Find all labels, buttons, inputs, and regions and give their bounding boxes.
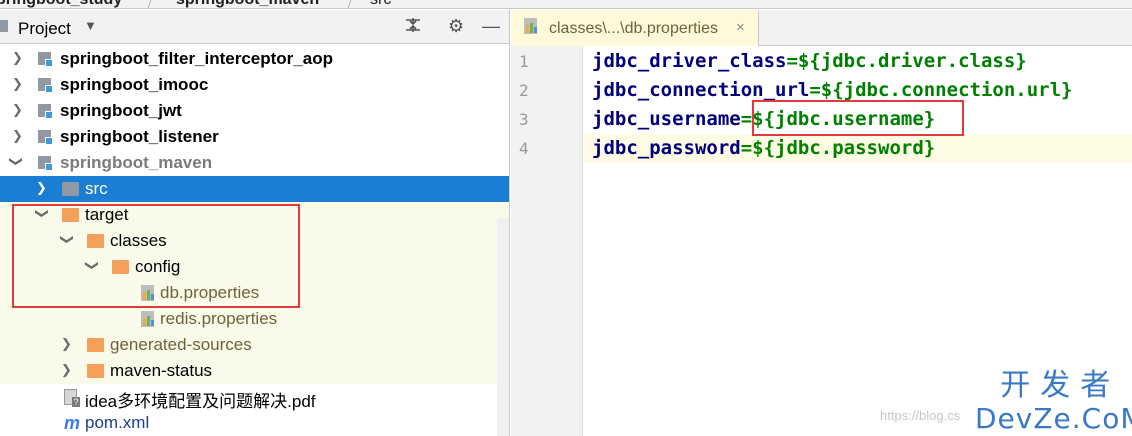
chevron-down-icon[interactable]: ❯ <box>8 156 24 168</box>
code-line[interactable]: jdbc_driver_class=${jdbc.driver.class} <box>592 50 1027 72</box>
tree-item-redis-properties[interactable]: redis.properties <box>0 306 509 332</box>
project-panel: Project ▼ ⚙ — ❯ springboot_filter_interc… <box>0 10 510 436</box>
module-icon <box>38 52 55 67</box>
breadcrumb-separator <box>336 0 354 8</box>
chevron-right-icon[interactable]: ❯ <box>61 362 73 378</box>
dropdown-icon[interactable]: ▼ <box>84 18 97 33</box>
scrollbar[interactable] <box>497 218 509 436</box>
module-icon <box>38 78 55 93</box>
close-icon[interactable]: × <box>736 19 745 36</box>
watermark-url: https://blog.cs <box>880 408 961 423</box>
properties-file-icon <box>140 311 157 328</box>
highlight-box-target <box>12 204 300 308</box>
property-equals: = <box>740 137 753 159</box>
line-number: 1 <box>519 52 529 71</box>
tree-item-label: src <box>85 179 108 198</box>
chevron-right-icon[interactable]: ❯ <box>12 102 24 118</box>
code-line[interactable]: jdbc_password=${jdbc.password} <box>592 137 935 159</box>
chevron-right-icon[interactable]: ❯ <box>61 336 73 352</box>
tree-item-maven-status[interactable]: ❯ maven-status <box>0 358 509 384</box>
line-number: 3 <box>519 110 529 129</box>
tree-item-springboot-jwt[interactable]: ❯ springboot_jwt <box>0 98 509 124</box>
module-icon <box>38 130 55 145</box>
watermark-cn: 开发者 <box>1000 368 1121 403</box>
tree-item-label: springboot_imooc <box>60 75 209 94</box>
breadcrumb-item[interactable]: src <box>370 0 391 8</box>
chevron-right-icon[interactable]: ❯ <box>12 76 24 92</box>
editor-tab-bar: classes\...\db.properties × <box>511 10 1132 46</box>
property-value: ${jdbc.connection.url} <box>820 79 1073 101</box>
tree-item-label: springboot_listener <box>60 127 219 146</box>
property-equals: = <box>809 79 821 101</box>
tree-item-label: idea多环境配置及问题解决.pdf <box>85 392 316 411</box>
maven-icon: m <box>64 413 81 433</box>
property-key: jdbc_username <box>592 108 741 130</box>
chevron-right-icon[interactable]: ❯ <box>12 50 24 66</box>
tree-item-label: redis.properties <box>160 309 278 328</box>
tree-item-springboot-listener[interactable]: ❯ springboot_listener <box>0 124 509 150</box>
tree-item-springboot-imooc[interactable]: ❯ springboot_imooc <box>0 72 509 98</box>
line-number: 4 <box>519 139 529 158</box>
tab-label: classes\...\db.properties <box>549 20 718 37</box>
folder-icon <box>62 182 79 196</box>
project-view-icon <box>0 20 8 32</box>
tree-item-src[interactable]: ❯ src <box>0 176 509 202</box>
chevron-right-icon[interactable]: ❯ <box>36 180 48 196</box>
tree-item-label: springboot_maven <box>60 153 213 172</box>
module-icon <box>38 156 55 171</box>
tree-item-label: springboot_jwt <box>60 101 182 120</box>
property-equals: = <box>786 50 798 72</box>
tree-item-label: generated-sources <box>110 335 252 354</box>
unknown-file-icon: ? <box>64 389 80 407</box>
highlight-box-username <box>752 100 964 136</box>
project-panel-header: Project ▼ ⚙ — <box>0 10 509 44</box>
tree-item-generated-sources[interactable]: ❯ generated-sources <box>0 332 509 358</box>
folder-icon <box>87 338 104 352</box>
property-key: jdbc_driver_class <box>592 50 787 72</box>
property-value: ${jdbc.password} <box>752 137 936 159</box>
tree-item-pom-xml[interactable]: m pom.xml <box>0 410 509 436</box>
chevron-right-icon[interactable]: ❯ <box>12 128 24 144</box>
tree-item-springboot-filter-interceptor-aop[interactable]: ❯ springboot_filter_interceptor_aop <box>0 46 509 72</box>
tree-item-label: pom.xml <box>85 413 150 432</box>
code-line[interactable]: jdbc_connection_url=${jdbc.connection.ur… <box>592 79 1072 101</box>
project-panel-title[interactable]: Project <box>18 19 71 39</box>
properties-file-icon <box>523 18 540 35</box>
breadcrumb-separator <box>136 0 154 8</box>
breadcrumb-item[interactable]: pringboot_study <box>0 0 122 8</box>
tree-item-pdf[interactable]: ? idea多环境配置及问题解决.pdf <box>0 384 509 411</box>
line-number-gutter: 1 2 3 4 <box>511 46 583 436</box>
property-equals: = <box>740 108 753 130</box>
watermark-en: DevZe.CoM <box>975 402 1132 435</box>
breadcrumb-item[interactable]: springboot_maven <box>176 0 319 8</box>
tree-item-label: maven-status <box>110 361 213 380</box>
collapse-icon[interactable] <box>404 16 422 39</box>
tree-item-springboot-maven[interactable]: ❯ springboot_maven <box>0 150 509 176</box>
line-number: 2 <box>519 81 529 100</box>
property-key: jdbc_connection_url <box>592 79 810 101</box>
gear-icon[interactable]: ⚙ <box>448 16 464 37</box>
breadcrumb: pringboot_study springboot_maven src <box>0 0 1132 9</box>
minimize-icon[interactable]: — <box>482 16 500 37</box>
property-key: jdbc_password <box>592 137 741 159</box>
property-value: ${jdbc.driver.class} <box>797 50 1027 72</box>
folder-icon <box>87 364 104 378</box>
editor-tab-db-properties[interactable]: classes\...\db.properties × <box>511 10 759 46</box>
tree-item-label: springboot_filter_interceptor_aop <box>60 49 333 68</box>
module-icon <box>38 104 55 119</box>
watermark-logo: 开发者 DevZe.CoM <box>975 360 1132 435</box>
